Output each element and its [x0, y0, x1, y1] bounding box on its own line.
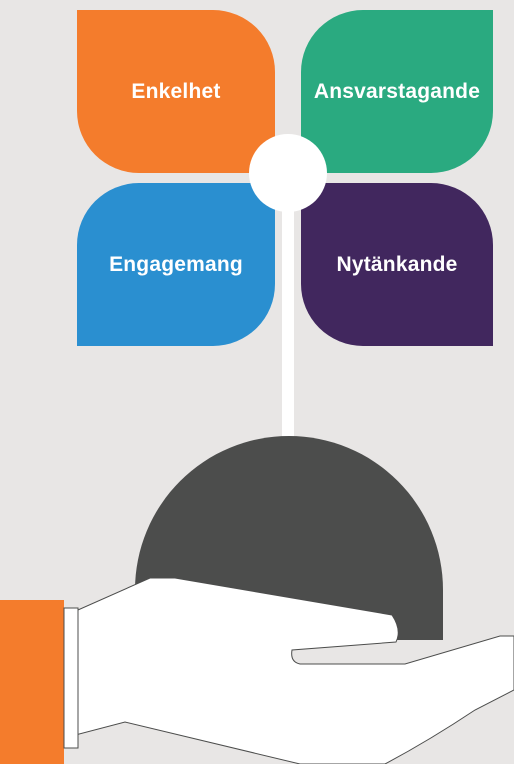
value-petal-ansvarstagande: Ansvarstagande: [301, 10, 493, 173]
open-hand: [63, 577, 514, 764]
value-petal-engagemang: Engagemang: [77, 183, 275, 346]
flower-center-dot: [249, 134, 327, 212]
shirt-sleeve: [0, 600, 64, 764]
value-petal-nytankande: Nytänkande: [301, 183, 493, 346]
value-petal-enkelhet: Enkelhet: [77, 10, 275, 173]
value-label-engagemang: Engagemang: [109, 252, 243, 276]
flower-stem: [282, 190, 294, 450]
value-label-enkelhet: Enkelhet: [131, 79, 221, 103]
value-label-nytankande: Nytänkande: [336, 252, 458, 276]
shirt-cuff: [63, 607, 79, 749]
value-label-ansvarstagande: Ansvarstagande: [313, 79, 481, 103]
values-illustration: Enkelhet Ansvarstagande Engagemang Nytän…: [0, 0, 514, 764]
